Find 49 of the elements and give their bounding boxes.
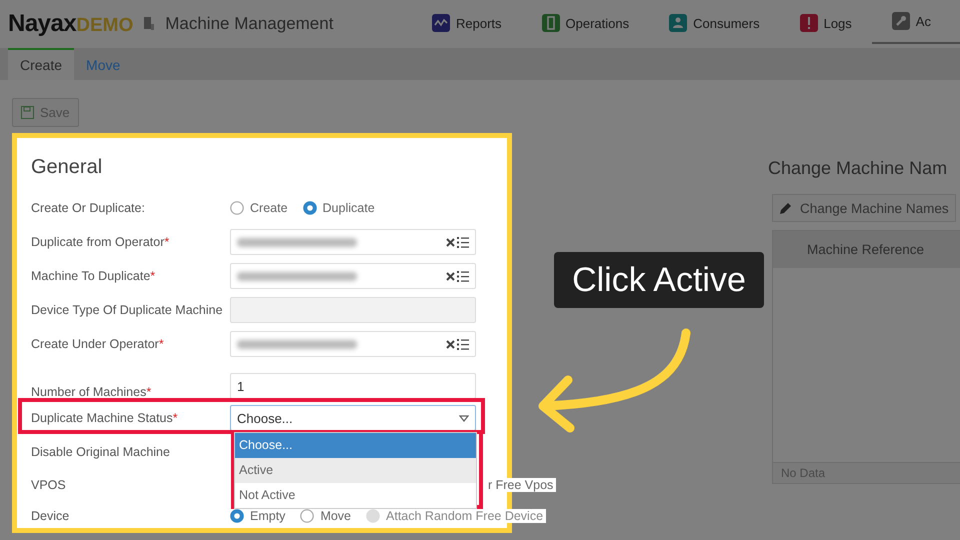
radio-label: r Free Vpos bbox=[488, 478, 556, 492]
radio-label: Attach Random Free Device bbox=[386, 509, 546, 523]
change-names-button[interactable]: Change Machine Names bbox=[772, 194, 956, 222]
machine-icon bbox=[143, 16, 156, 32]
field-label: Disable Original Machine bbox=[31, 445, 170, 459]
number-field[interactable]: 1 bbox=[230, 373, 476, 399]
clear-icon[interactable] bbox=[446, 272, 455, 280]
field-label: Machine To Duplicate* bbox=[31, 269, 156, 283]
nav-tab[interactable]: Operations bbox=[542, 0, 630, 48]
pencil-icon bbox=[779, 202, 792, 214]
dropdown-option[interactable]: Choose... bbox=[235, 433, 476, 458]
field-label: Create Under Operator* bbox=[31, 337, 164, 351]
nav-tab[interactable]: Reports bbox=[432, 0, 502, 48]
clear-icon[interactable] bbox=[446, 238, 455, 246]
radio-button[interactable] bbox=[302, 201, 317, 215]
field-label: Duplicate from Operator* bbox=[31, 235, 170, 249]
list-icon[interactable] bbox=[457, 236, 469, 248]
field-label: Number of Machines* bbox=[31, 385, 152, 399]
tab[interactable]: Create bbox=[8, 48, 74, 80]
brand-logo: Nayax bbox=[8, 10, 76, 38]
field-label: Device Type Of Duplicate Machine bbox=[31, 303, 223, 317]
dropdown-option[interactable]: Not Active bbox=[235, 483, 476, 508]
panel-title: Change Machine Nam bbox=[768, 157, 948, 179]
page-title: Machine Management bbox=[165, 14, 334, 34]
field-label: Create Or Duplicate: bbox=[31, 201, 145, 215]
radio-label: Empty bbox=[250, 509, 288, 523]
status-dropdown[interactable]: Choose... bbox=[230, 405, 476, 431]
field-label: Duplicate Machine Status* bbox=[31, 411, 178, 425]
lookup-field[interactable] bbox=[230, 331, 476, 357]
save-icon bbox=[21, 106, 34, 119]
brand-suffix: DEMO bbox=[76, 15, 134, 37]
clear-icon[interactable] bbox=[446, 340, 455, 348]
nav-tab[interactable]: Ac bbox=[872, 0, 960, 44]
caret-icon bbox=[459, 414, 469, 422]
radio-button[interactable] bbox=[230, 509, 244, 523]
field-label: VPOS bbox=[31, 478, 66, 492]
lookup-field[interactable] bbox=[230, 263, 476, 289]
nav-tab[interactable]: Logs bbox=[800, 0, 852, 48]
column-header[interactable]: Machine Reference bbox=[773, 231, 960, 268]
lookup-field[interactable] bbox=[230, 229, 476, 255]
radio-button[interactable] bbox=[230, 201, 244, 215]
nav-tab[interactable]: Consumers bbox=[669, 0, 760, 48]
instruction-callout: Click Active bbox=[554, 252, 764, 308]
dropdown-option[interactable]: Active bbox=[235, 458, 476, 483]
section-title: General bbox=[31, 155, 104, 179]
list-icon[interactable] bbox=[457, 270, 469, 282]
list-icon[interactable] bbox=[457, 338, 469, 350]
field-label: Device bbox=[31, 509, 70, 523]
radio-button[interactable] bbox=[300, 509, 314, 523]
